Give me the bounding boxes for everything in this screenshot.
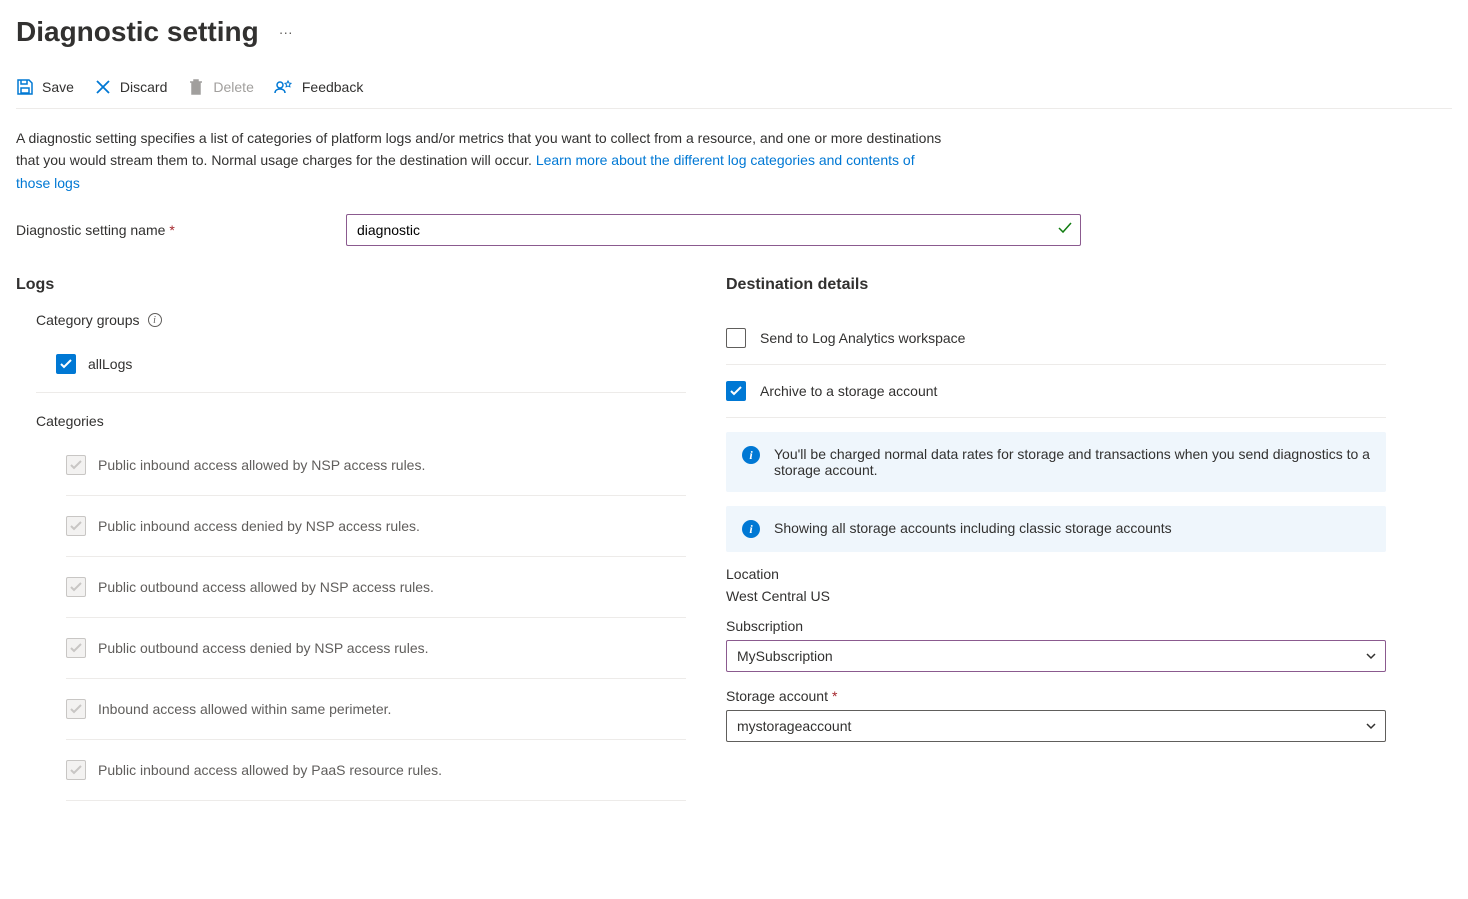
send-log-analytics-checkbox[interactable]	[726, 328, 746, 348]
storage-account-label-text: Storage account	[726, 688, 828, 704]
feedback-icon	[274, 78, 294, 96]
categories-label: Categories	[36, 413, 686, 429]
logs-heading: Logs	[16, 276, 686, 294]
info-banner-text: You'll be charged normal data rates for …	[774, 446, 1370, 478]
setting-name-label-text: Diagnostic setting name	[16, 222, 165, 238]
discard-button[interactable]: Discard	[94, 78, 167, 96]
info-banner-text: Showing all storage accounts including c…	[774, 520, 1172, 536]
feedback-label: Feedback	[302, 79, 363, 95]
category-groups-label: Category groups i	[36, 312, 686, 328]
trash-icon	[187, 78, 205, 96]
category-checkbox	[66, 455, 86, 475]
feedback-button[interactable]: Feedback	[274, 78, 363, 96]
archive-storage-label: Archive to a storage account	[760, 383, 937, 399]
destination-heading: Destination details	[726, 276, 1386, 294]
category-checkbox	[66, 577, 86, 597]
info-icon[interactable]: i	[148, 313, 162, 327]
setting-name-label: Diagnostic setting name*	[16, 222, 346, 238]
required-indicator: *	[169, 222, 174, 238]
save-label: Save	[42, 79, 74, 95]
send-log-analytics-label: Send to Log Analytics workspace	[760, 330, 965, 346]
category-checkbox	[66, 699, 86, 719]
alllogs-checkbox[interactable]	[56, 354, 76, 374]
category-label: Public outbound access denied by NSP acc…	[98, 640, 429, 656]
delete-button: Delete	[187, 78, 253, 96]
category-checkbox	[66, 638, 86, 658]
storage-account-value: mystorageaccount	[737, 718, 851, 734]
description-text: A diagnostic setting specifies a list of…	[16, 127, 946, 194]
location-value: West Central US	[726, 588, 1386, 604]
category-label: Public outbound access allowed by NSP ac…	[98, 579, 434, 595]
save-button[interactable]: Save	[16, 78, 74, 96]
setting-name-input[interactable]	[346, 214, 1081, 246]
location-label: Location	[726, 566, 1386, 582]
subscription-label: Subscription	[726, 618, 1386, 634]
category-checkbox	[66, 760, 86, 780]
required-indicator: *	[832, 688, 837, 704]
valid-check-icon	[1057, 220, 1073, 239]
alllogs-label: allLogs	[88, 356, 132, 372]
category-label: Public inbound access denied by NSP acce…	[98, 518, 420, 534]
chevron-down-icon	[1365, 719, 1377, 735]
page-title: Diagnostic setting	[16, 16, 259, 48]
archive-storage-checkbox[interactable]	[726, 381, 746, 401]
category-label: Public inbound access allowed by PaaS re…	[98, 762, 442, 778]
subscription-value: MySubscription	[737, 648, 833, 664]
toolbar: Save Discard Delete Feedback	[16, 78, 1452, 109]
save-icon	[16, 78, 34, 96]
storage-account-select[interactable]: mystorageaccount	[726, 710, 1386, 742]
info-circle-icon: i	[742, 520, 760, 538]
divider	[36, 392, 686, 393]
category-checkbox	[66, 516, 86, 536]
close-icon	[94, 78, 112, 96]
info-circle-icon: i	[742, 446, 760, 464]
category-groups-text: Category groups	[36, 312, 140, 328]
storage-account-label: Storage account*	[726, 688, 1386, 704]
delete-label: Delete	[213, 79, 253, 95]
discard-label: Discard	[120, 79, 167, 95]
info-banner-charges: i You'll be charged normal data rates fo…	[726, 432, 1386, 492]
chevron-down-icon	[1365, 649, 1377, 665]
more-actions-icon[interactable]: ···	[279, 24, 293, 40]
category-label: Public inbound access allowed by NSP acc…	[98, 457, 425, 473]
info-banner-storage: i Showing all storage accounts including…	[726, 506, 1386, 552]
category-label: Inbound access allowed within same perim…	[98, 701, 391, 717]
subscription-select[interactable]: MySubscription	[726, 640, 1386, 672]
